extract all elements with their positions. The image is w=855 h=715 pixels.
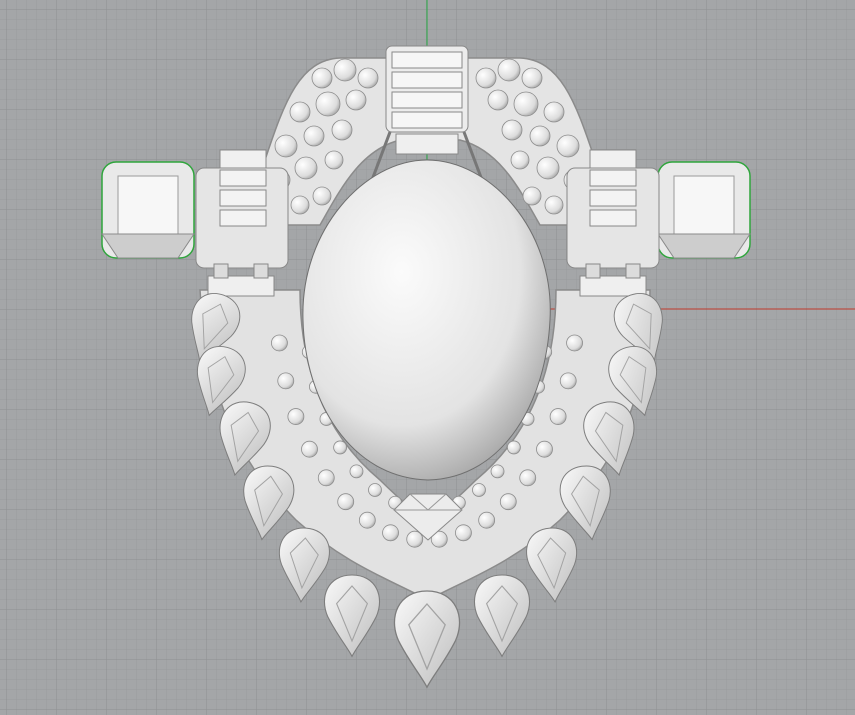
bead	[529, 125, 551, 147]
bead	[274, 134, 298, 158]
bead	[301, 440, 318, 458]
bead	[333, 440, 348, 455]
bead	[289, 101, 311, 123]
bead	[556, 134, 580, 158]
bead	[455, 524, 472, 542]
bead	[271, 334, 288, 352]
bead	[349, 464, 364, 479]
bead	[315, 91, 341, 117]
bead	[549, 408, 567, 425]
bead	[277, 372, 295, 390]
bead	[358, 511, 376, 529]
bead	[510, 150, 530, 170]
bead	[499, 493, 517, 511]
bead	[324, 150, 344, 170]
bead	[536, 156, 560, 180]
bead	[544, 195, 564, 215]
bead	[303, 125, 325, 147]
central-oval-stone	[302, 159, 551, 481]
bead	[513, 91, 539, 117]
bead	[536, 440, 553, 458]
bead	[478, 511, 496, 529]
bead	[337, 493, 355, 511]
bead	[522, 186, 542, 206]
bead	[357, 67, 379, 89]
bead	[333, 58, 357, 82]
bead	[497, 58, 521, 82]
bead	[317, 469, 335, 487]
right-emerald-cut-stone[interactable]	[657, 161, 751, 259]
bead	[472, 483, 486, 497]
bead	[487, 89, 509, 111]
bead	[368, 483, 382, 497]
bead	[287, 408, 305, 425]
bead	[521, 67, 543, 89]
bead	[294, 156, 318, 180]
bead	[382, 524, 399, 542]
bead	[543, 101, 565, 123]
bead	[312, 186, 332, 206]
rhino-top-viewport[interactable]	[0, 0, 855, 715]
bead	[345, 89, 367, 111]
bead	[519, 469, 537, 487]
bead	[559, 372, 577, 390]
viewport-canvas[interactable]	[0, 0, 855, 715]
bead	[506, 440, 521, 455]
bead	[311, 67, 333, 89]
bead	[331, 119, 353, 141]
bead	[475, 67, 497, 89]
bead	[501, 119, 523, 141]
bead	[490, 464, 505, 479]
left-emerald-cut-stone[interactable]	[101, 161, 195, 259]
bead	[566, 334, 583, 352]
bead	[290, 195, 310, 215]
